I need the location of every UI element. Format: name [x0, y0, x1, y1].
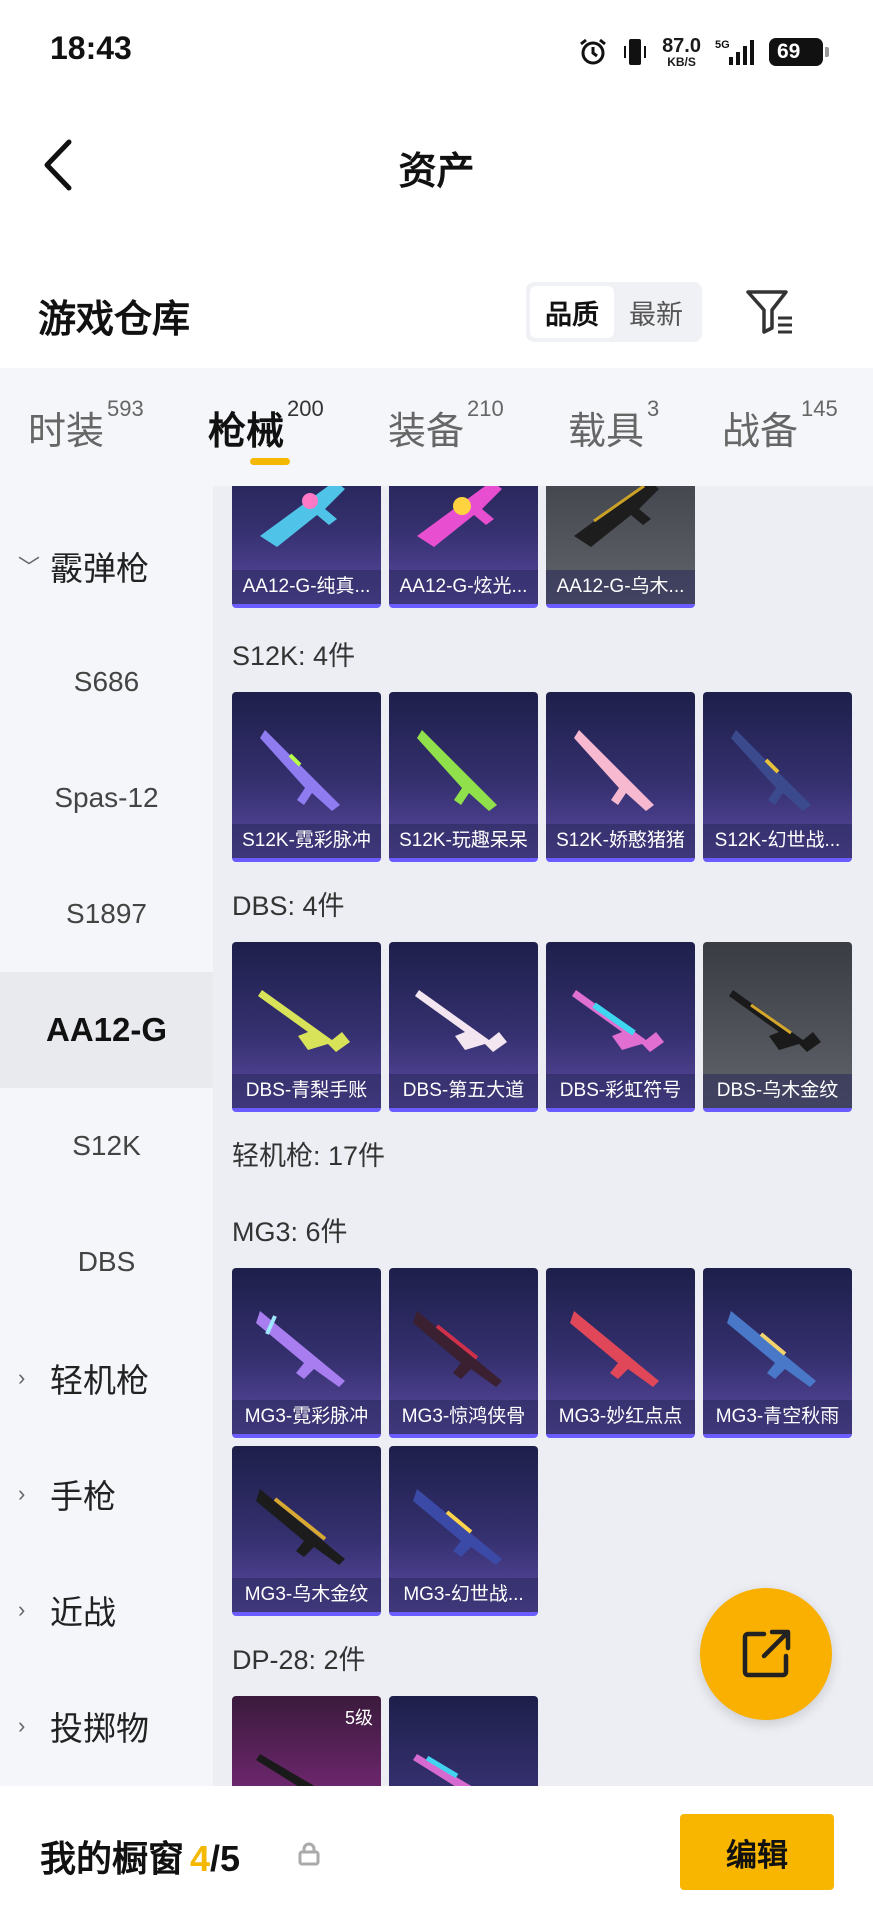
- item-card[interactable]: S12K-娇憨猪猪: [546, 692, 695, 862]
- gun-skin-image: [258, 990, 350, 1052]
- gun-skin-image: [572, 990, 664, 1052]
- group-label-s12k: S12K: 4件: [232, 641, 356, 671]
- net-speed: 87.0 KB/S: [662, 35, 701, 69]
- showcase-label: 我的橱窗 4/5: [40, 1838, 241, 1879]
- item-card[interactable]: MG3-青空秋雨: [703, 1268, 852, 1438]
- item-card[interactable]: DBS-彩虹符号: [546, 942, 695, 1112]
- sidebar-group-throwable[interactable]: › 投掷物: [0, 1668, 213, 1784]
- group-label-mg3: MG3: 6件: [232, 1217, 348, 1247]
- item-card[interactable]: AA12-G-乌木...: [546, 486, 695, 608]
- gun-skin-image: [417, 730, 497, 811]
- mg3-row-2: MG3-乌木金纹 MG3-幻世战...: [232, 1446, 538, 1616]
- share-button[interactable]: [700, 1588, 832, 1720]
- chevron-right-icon: ›: [18, 1365, 26, 1390]
- sidebar-item-aa12g[interactable]: AA12-G: [0, 972, 213, 1088]
- alarm-icon: [580, 38, 606, 65]
- svg-text:5G: 5G: [715, 39, 730, 51]
- battery-indicator: 69: [769, 38, 829, 66]
- lock-icon: [298, 1842, 320, 1866]
- sort-quality-option[interactable]: 品质: [530, 286, 614, 338]
- tab-supplies[interactable]: 战备145: [722, 396, 838, 455]
- sidebar-item-s1897[interactable]: S1897: [0, 856, 213, 972]
- item-card[interactable]: MG3-惊鸿侠骨: [389, 1268, 538, 1438]
- category-tabs: 时装593 枪械200 装备210 载具3 战备145: [0, 368, 873, 486]
- gun-skin-image: [417, 486, 502, 547]
- gun-skin-image: [260, 486, 345, 547]
- gun-skin-image: [727, 1311, 816, 1387]
- gun-skin-image: [731, 730, 811, 811]
- aa12-row: AA12-G-纯真... AA12-G-炫光... AA12-G-乌木...: [232, 486, 695, 608]
- item-card[interactable]: DBS-第五大道: [389, 942, 538, 1112]
- item-card[interactable]: 5级: [232, 1696, 381, 1786]
- share-icon: [742, 1629, 791, 1678]
- sidebar-group-melee[interactable]: › 近战: [0, 1552, 213, 1668]
- status-bar: 18:43 87.0 KB/S 5G 69: [0, 0, 873, 100]
- edit-button[interactable]: 编辑: [680, 1814, 834, 1890]
- chevron-down-icon: ﹀: [18, 555, 41, 580]
- tab-vehicles[interactable]: 载具3: [568, 396, 659, 455]
- sidebar-item-s686[interactable]: S686: [0, 624, 213, 740]
- vibrate-icon: [624, 39, 647, 65]
- title-bar: 资产: [0, 110, 873, 220]
- chevron-right-icon: ›: [18, 1481, 26, 1506]
- chevron-right-icon: ›: [18, 1597, 26, 1622]
- item-card[interactable]: S12K-玩趣呆呆: [389, 692, 538, 862]
- gun-skin-image: [260, 730, 340, 811]
- showcase-bar: 我的橱窗 4/5 编辑: [0, 1786, 873, 1920]
- dp28-row: 5级: [232, 1696, 538, 1786]
- gun-skin-image: [256, 1489, 345, 1565]
- sort-latest-option[interactable]: 最新: [614, 286, 698, 338]
- tab-equipment[interactable]: 装备210: [388, 396, 504, 455]
- active-tab-indicator: [250, 458, 290, 465]
- sidebar-group-pistol[interactable]: › 手枪: [0, 1436, 213, 1552]
- item-card[interactable]: S12K-幻世战...: [703, 692, 852, 862]
- sidebar-item-spas12[interactable]: Spas-12: [0, 740, 213, 856]
- gun-skin-image: [256, 1754, 315, 1786]
- mg3-row-1: MG3-霓彩脉冲 MG3-惊鸿侠骨 MG3-妙红点点 MG3-青空秋雨: [232, 1268, 852, 1438]
- group-label-dp28: DP-28: 2件: [232, 1645, 366, 1675]
- gun-skin-image: [570, 1311, 659, 1387]
- sidebar-item-dbs[interactable]: DBS: [0, 1204, 213, 1320]
- gun-skin-image: [729, 990, 821, 1052]
- gun-skin-image: [574, 486, 659, 547]
- item-card[interactable]: MG3-妙红点点: [546, 1268, 695, 1438]
- item-card[interactable]: DBS-青梨手账: [232, 942, 381, 1112]
- s12k-row: S12K-霓彩脉冲 S12K-玩趣呆呆 S12K-娇憨猪猪 S12K-幻世战..…: [232, 692, 852, 862]
- item-card[interactable]: AA12-G-纯真...: [232, 486, 381, 608]
- item-card[interactable]: [389, 1696, 538, 1786]
- gun-skin-image: [413, 1754, 472, 1786]
- sort-toggle: 品质 最新: [526, 282, 702, 342]
- status-icons: 87.0 KB/S 5G 69: [578, 32, 829, 72]
- item-card[interactable]: MG3-幻世战...: [389, 1446, 538, 1616]
- gun-skin-image: [256, 1311, 345, 1387]
- item-card[interactable]: MG3-霓彩脉冲: [232, 1268, 381, 1438]
- weapon-type-sidebar: ﹀ 霰弹枪 S686 Spas-12 S1897 AA12-G S12K DBS …: [0, 486, 213, 1786]
- page-title: 资产: [398, 151, 475, 193]
- section-header: 游戏仓库 品质 最新: [0, 270, 873, 360]
- filter-button[interactable]: [740, 284, 800, 340]
- tab-fashion[interactable]: 时装593: [28, 396, 144, 455]
- gun-skin-image: [413, 1311, 502, 1387]
- showcase-count: 4/5: [190, 1838, 241, 1879]
- gun-skin-image: [415, 990, 507, 1052]
- sidebar-group-lmg[interactable]: › 轻机枪: [0, 1320, 213, 1436]
- item-card[interactable]: MG3-乌木金纹: [232, 1446, 381, 1616]
- filter-icon: [746, 290, 792, 334]
- sidebar-item-s12k[interactable]: S12K: [0, 1088, 213, 1204]
- warehouse-title: 游戏仓库: [38, 299, 191, 341]
- sidebar-group-shotgun[interactable]: ﹀ 霰弹枪: [0, 508, 213, 624]
- group-label-dbs: DBS: 4件: [232, 891, 345, 921]
- item-card[interactable]: AA12-G-炫光...: [389, 486, 538, 608]
- signal-5g-icon: 5G: [715, 39, 754, 65]
- tab-guns[interactable]: 枪械200: [208, 396, 324, 455]
- item-card[interactable]: DBS-乌木金纹: [703, 942, 852, 1112]
- group-label-lmg: 轻机枪: 17件: [232, 1141, 386, 1171]
- chevron-right-icon: ›: [18, 1713, 26, 1738]
- dbs-row: DBS-青梨手账 DBS-第五大道 DBS-彩虹符号 DBS-乌木金纹: [232, 942, 852, 1112]
- gun-skin-image: [413, 1489, 502, 1565]
- gun-skin-image: [574, 730, 654, 811]
- item-card[interactable]: S12K-霓彩脉冲: [232, 692, 381, 862]
- status-time: 18:43: [50, 30, 132, 66]
